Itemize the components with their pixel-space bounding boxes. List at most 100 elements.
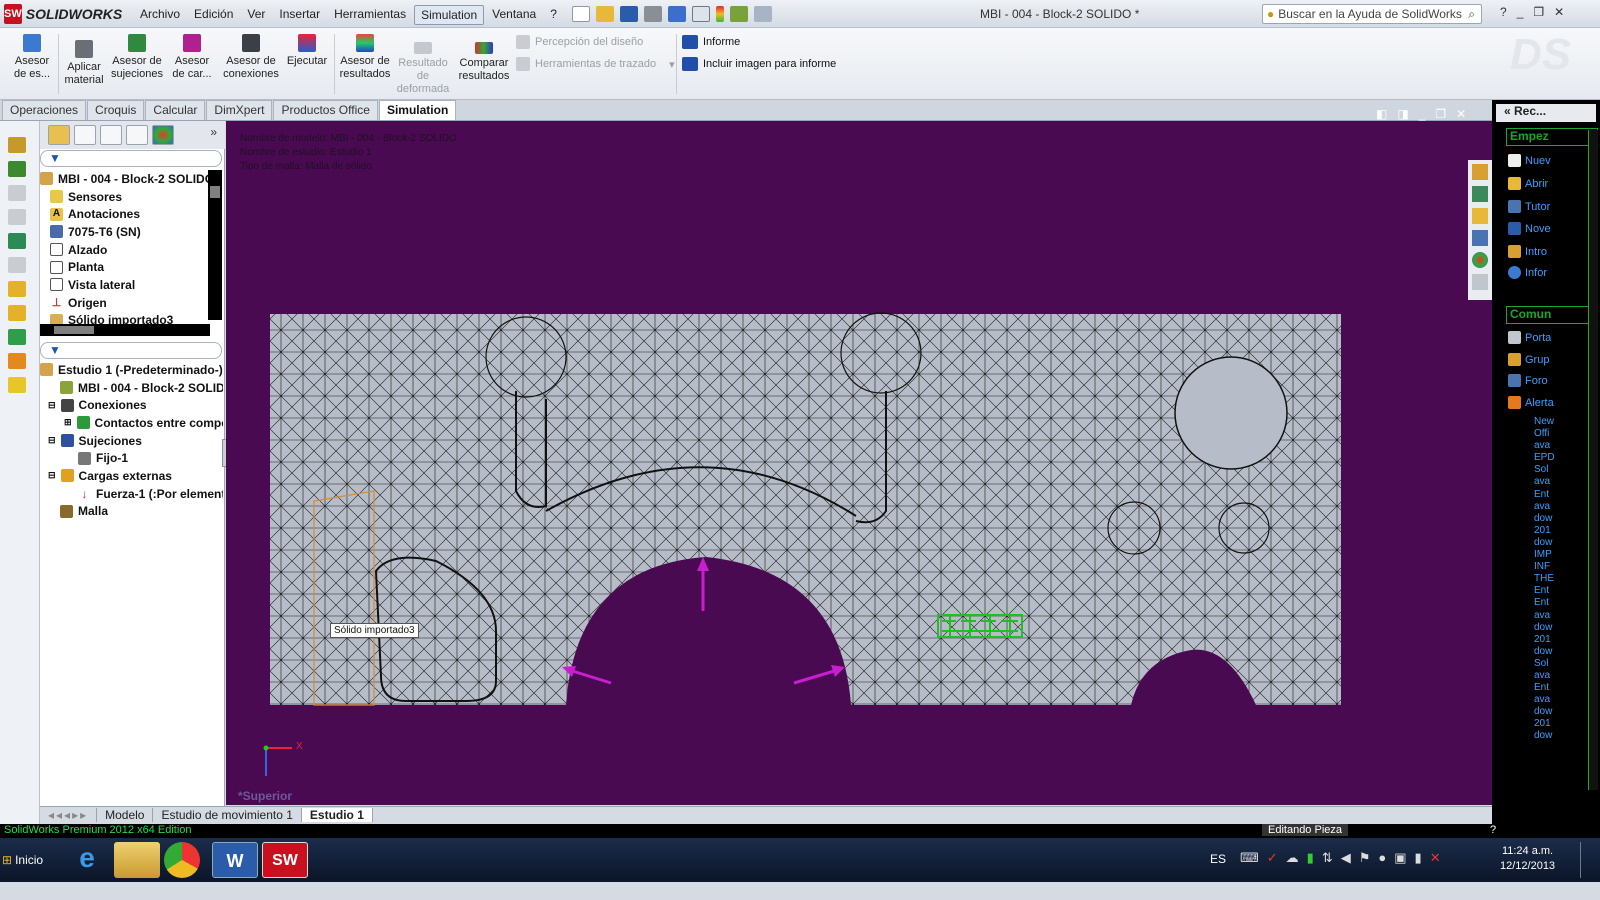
link-foro[interactable]: Foro xyxy=(1508,374,1548,387)
system-clock[interactable]: 11:24 a.m. 12/12/2013 xyxy=(1500,844,1555,874)
flag-icon[interactable]: ⚑ xyxy=(1359,850,1371,866)
study-filter-input[interactable]: ▼ xyxy=(40,342,222,359)
tree-item-origen[interactable]: ⊥ Origen xyxy=(40,294,210,312)
options-icon[interactable] xyxy=(754,6,772,22)
display-manager-tab-icon[interactable] xyxy=(152,125,174,145)
tree-item-cargas[interactable]: ⊟ Cargas externas xyxy=(40,467,223,485)
help-icon[interactable]: ? xyxy=(1500,5,1507,19)
wifi-icon[interactable]: ▮ xyxy=(1415,850,1422,866)
link-alertas[interactable]: Alerta xyxy=(1508,396,1554,409)
tree-item-part[interactable]: MBI - 004 - Block-2 SOLIDO xyxy=(40,379,223,397)
design-library-icon[interactable] xyxy=(1472,186,1488,202)
tree-item-alzado[interactable]: Alzado xyxy=(40,241,210,259)
configuration-manager-tab-icon[interactable] xyxy=(100,125,122,145)
expand-panel-icon[interactable]: » xyxy=(210,125,217,145)
tree-item-planta[interactable]: Planta xyxy=(40,258,210,276)
menu-edicion[interactable]: Edición xyxy=(188,5,239,25)
search-icon[interactable]: ⌕ xyxy=(1468,7,1475,22)
menu-simulation[interactable]: Simulation xyxy=(414,5,485,25)
tab-estudio-movimiento[interactable]: Estudio de movimiento 1 xyxy=(153,808,302,822)
menu-herramientas[interactable]: Herramientas xyxy=(328,5,412,25)
restore-viewport-icon[interactable]: ❐ xyxy=(1435,107,1446,121)
menu-insertar[interactable]: Insertar xyxy=(273,5,326,25)
tree-item-sujeciones[interactable]: ⊟ Sujeciones xyxy=(40,432,223,450)
help-search-input[interactable]: ● Buscar en la Ayuda de SolidWorks ⌕ xyxy=(1262,4,1482,24)
dimxpert-manager-tab-icon[interactable] xyxy=(126,125,148,145)
feature-manager-tab-icon[interactable] xyxy=(48,125,70,145)
include-image-button[interactable]: Incluir imagen para informe xyxy=(682,57,836,71)
close-icon[interactable]: ✕ xyxy=(1554,5,1564,19)
tab-estudio-1[interactable]: Estudio 1 xyxy=(301,808,373,822)
bluetooth-icon[interactable]: ● xyxy=(1378,850,1386,866)
home-icon[interactable] xyxy=(1472,164,1488,180)
start-button[interactable]: ⊞ Inicio xyxy=(2,844,54,876)
task-pane-scrollbar[interactable] xyxy=(1588,130,1598,790)
file-explorer-icon[interactable] xyxy=(114,842,160,878)
tab-scroll-arrows-icon[interactable]: ◂◂◂▸▸ xyxy=(40,808,98,822)
undo-icon[interactable] xyxy=(668,6,686,22)
word-icon[interactable]: W xyxy=(212,842,258,878)
design-insight-button[interactable]: Percepción del diseño xyxy=(516,35,643,49)
connections-advisor-button[interactable]: Asesor de conexiones xyxy=(222,34,280,81)
open-folder-icon[interactable] xyxy=(596,6,614,22)
tree-item-fijo[interactable]: Fijo-1 xyxy=(40,449,223,467)
tab-croquis[interactable]: Croquis xyxy=(87,100,145,120)
minimize-icon[interactable]: _ xyxy=(1517,5,1524,19)
app-logo[interactable]: SW SOLIDWORKS xyxy=(4,3,122,25)
minimize-viewport-icon[interactable]: _ xyxy=(1419,107,1426,121)
restore-icon[interactable]: ❐ xyxy=(1533,5,1544,19)
link-nuevo[interactable]: Nuev xyxy=(1508,154,1551,167)
menu-archivo[interactable]: Archivo xyxy=(134,5,186,25)
help-icon[interactable]: ? xyxy=(1490,824,1496,836)
expand-icon[interactable]: ⊞ xyxy=(64,417,72,428)
surface-icon[interactable] xyxy=(8,233,26,249)
deformed-result-button[interactable]: Resultado de deformada xyxy=(396,42,450,96)
tree-item-sensores[interactable]: Sensores xyxy=(40,188,210,206)
study-advisor-button[interactable]: Asesor de es... xyxy=(10,34,54,81)
tab-productos-office[interactable]: Productos Office xyxy=(273,100,378,120)
tab-calcular[interactable]: Calcular xyxy=(145,100,206,120)
menu-ventana[interactable]: Ventana xyxy=(486,5,542,25)
display-icon[interactable]: ▣ xyxy=(1394,850,1406,866)
link-abrir[interactable]: Abrir xyxy=(1508,177,1548,190)
next-view-icon[interactable]: ◨ xyxy=(1397,107,1408,121)
internet-explorer-icon[interactable]: e xyxy=(64,842,110,878)
link-introduccion[interactable]: Intro xyxy=(1508,245,1547,258)
previous-view-icon[interactable]: ◧ xyxy=(1376,107,1387,121)
apply-material-button[interactable]: Aplicar material xyxy=(62,40,106,87)
collapse-icon[interactable]: ⊟ xyxy=(48,435,56,446)
chrome-icon[interactable] xyxy=(164,842,200,878)
tree-vertical-scrollbar[interactable] xyxy=(208,170,222,320)
chevron-down-icon[interactable]: ▾ xyxy=(669,58,675,71)
network-icon[interactable]: ⇅ xyxy=(1322,850,1333,866)
tree-item-fuerza[interactable]: ↓ Fuerza-1 (:Por elemento:) xyxy=(40,485,224,503)
link-novedades[interactable]: Nove xyxy=(1508,222,1551,235)
tree-item-vista-lateral[interactable]: Vista lateral xyxy=(40,276,210,294)
tab-dimxpert[interactable]: DimXpert xyxy=(206,100,273,120)
signal-icon[interactable]: ▮ xyxy=(1307,850,1314,866)
view-palette-icon[interactable] xyxy=(1472,230,1488,246)
tree-item-material[interactable]: 7075-T6 (SN) xyxy=(40,223,210,241)
compare-results-button[interactable]: Comparar resultados xyxy=(454,42,514,83)
curve-icon[interactable] xyxy=(8,257,26,273)
3d-sketch-icon[interactable] xyxy=(8,137,26,153)
reference-icon[interactable] xyxy=(8,209,26,225)
appearances-icon[interactable] xyxy=(1472,252,1488,268)
tree-item-conexiones[interactable]: ⊟ Conexiones xyxy=(40,396,223,414)
rebuild-icon[interactable] xyxy=(716,6,724,22)
property-manager-tab-icon[interactable] xyxy=(74,125,96,145)
fixtures-advisor-button[interactable]: Asesor de sujeciones xyxy=(110,34,164,81)
dimension-icon[interactable] xyxy=(8,305,26,321)
custom-properties-icon[interactable] xyxy=(1472,274,1488,290)
keyboard-icon[interactable]: ⌨ xyxy=(1240,850,1259,866)
cloud-icon[interactable]: ☁ xyxy=(1286,850,1299,866)
close-viewport-icon[interactable]: ✕ xyxy=(1456,107,1466,121)
link-portal[interactable]: Porta xyxy=(1508,331,1551,344)
tree-item-estudio[interactable]: Estudio 1 (-Predeterminado-) xyxy=(40,361,223,379)
volume-icon[interactable]: ◀ xyxy=(1341,850,1351,866)
report-button[interactable]: Informe xyxy=(682,35,740,49)
results-advisor-button[interactable]: Asesor de resultados xyxy=(338,34,392,81)
language-indicator[interactable]: ES xyxy=(1210,852,1226,866)
task-pane-header[interactable]: « Rec... xyxy=(1496,104,1596,122)
security-icon[interactable]: ✓ xyxy=(1267,850,1278,866)
